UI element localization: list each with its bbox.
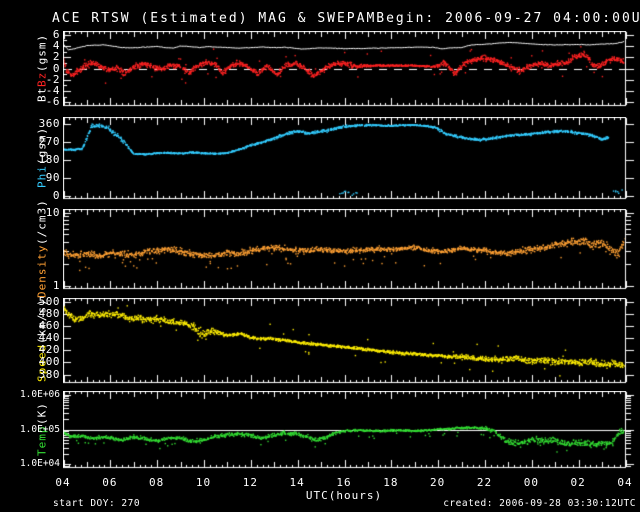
y-tick-label: 1.0E+05: [19, 423, 60, 435]
y-tick-label: 180: [38, 152, 60, 166]
y-tick-label: 480: [38, 306, 60, 320]
panel-phi-canvas: [63, 117, 638, 200]
y-tick-label: 6: [52, 27, 60, 41]
begin-timestamp: Begin: 2006-09-27 04:00:00UTC: [376, 11, 640, 26]
panel-speed-canvas: [63, 298, 638, 384]
y-tick-label: 500: [38, 294, 60, 308]
panel-density-canvas: [63, 209, 638, 290]
x-tick-label: 16: [336, 476, 352, 489]
plot-title: ACE RTSW (Estimated) MAG & SWEPAM: [52, 11, 377, 26]
title-row: ACE RTSW (Estimated) MAG & SWEPAM Begin:…: [52, 11, 640, 26]
x-tick-label: 12: [242, 476, 258, 489]
y-tick-label: -6: [45, 95, 60, 109]
y-tick-label: 1.0E+04: [19, 458, 60, 470]
created-timestamp: created: 2006-09-28 03:30:12UTC: [443, 498, 636, 509]
x-tick-label: 06: [102, 476, 118, 489]
y-tick-label: 90: [45, 170, 60, 184]
x-tick-label: 04: [617, 476, 633, 489]
y-axis-label-density: Density (/cm3): [34, 199, 50, 298]
x-tick-label: 08: [149, 476, 165, 489]
panel-bt-bz-canvas: [63, 31, 638, 107]
ace-rtsw-plot-screen: ACE RTSW (Estimated) MAG & SWEPAM Begin:…: [0, 0, 640, 512]
y-tick-label: 0: [52, 188, 60, 202]
y-tick-label: 380: [38, 367, 60, 381]
start-doy-label: start DOY: 270: [53, 498, 141, 509]
x-tick-label: 18: [383, 476, 399, 489]
y-tick-label: 1.0E+06: [19, 388, 60, 400]
y-tick-label: 2: [52, 50, 60, 64]
x-tick-label: 22: [476, 476, 493, 489]
y-tick-label: 270: [38, 134, 60, 148]
y-tick-label: 10: [45, 205, 60, 219]
y-tick-label: 4: [52, 38, 60, 52]
x-tick-label: 04: [55, 476, 71, 489]
x-tick-label: 00: [523, 476, 539, 489]
x-tick-label: 10: [195, 476, 212, 489]
x-tick-label: 20: [430, 476, 446, 489]
y-tick-label: 360: [38, 116, 60, 130]
y-axis-label-part: (K): [35, 402, 49, 426]
x-tick-label: 02: [570, 476, 586, 489]
x-tick-label: 14: [289, 476, 305, 489]
panel-temp-canvas: [63, 391, 638, 469]
y-tick-label: 400: [38, 355, 60, 369]
y-tick-label: 1: [52, 278, 60, 292]
